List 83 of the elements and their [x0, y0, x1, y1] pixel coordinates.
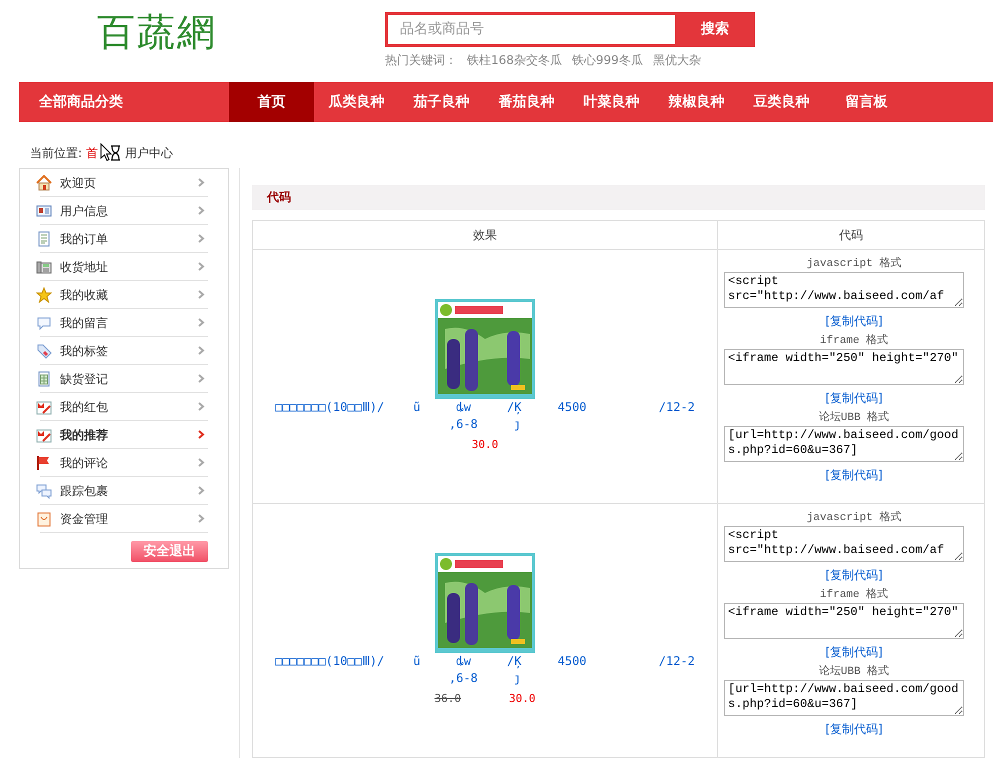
chevron-icon	[198, 318, 206, 327]
sidebar-item[interactable]: 我的评论	[40, 449, 208, 477]
format-label: iframe 格式	[818, 587, 890, 603]
sidebar-item[interactable]: 欢迎页	[40, 169, 208, 197]
breadcrumb-current: 用户中心	[125, 145, 174, 162]
format-label: iframe 格式	[818, 333, 890, 349]
site-logo[interactable]: 百蔬網	[97, 10, 287, 82]
original-price: 36.0	[434, 691, 461, 708]
product-name-link[interactable]: □□□□□□□(10□□Ⅲ)/ ũ ȡw /Ķ 4500 /12-2 ,6-8 ȷ	[275, 653, 695, 687]
sidebar-item[interactable]: 我的红包	[40, 393, 208, 421]
spreadsheet-icon	[36, 370, 52, 386]
copy-code-link[interactable]: [复制代码]	[825, 466, 883, 484]
nav-tab[interactable]: 留言板	[824, 82, 909, 122]
hot-keyword-link[interactable]: 铁心999冬瓜	[572, 51, 643, 69]
cursor-icon	[99, 143, 122, 163]
code-field[interactable]: <script src="http://www.baiseed.com/af	[724, 272, 964, 308]
sidebar-item[interactable]: 我的推荐	[40, 421, 208, 449]
format-label: 论坛UBB 格式	[818, 410, 890, 426]
house-icon	[36, 174, 52, 190]
nav-tab[interactable]: 茄子良种	[399, 82, 484, 122]
nav-tab[interactable]: 首页	[229, 82, 314, 122]
sidebar-item[interactable]: 用户信息	[40, 197, 208, 225]
chevron-icon	[198, 374, 206, 383]
copy-code-link[interactable]: [复制代码]	[825, 389, 883, 407]
breadcrumb-link[interactable]: 首	[86, 144, 98, 162]
tag-icon	[36, 342, 52, 358]
sidebar-item[interactable]: 跟踪包裹	[40, 477, 208, 505]
search-field[interactable]: 品名或商品号	[385, 12, 675, 47]
column-header: 代码	[718, 220, 984, 250]
sidebar-item[interactable]: 我的留言	[40, 309, 208, 337]
chevron-icon	[198, 262, 206, 271]
price: 30.0	[509, 691, 536, 708]
format-label: javascript 格式	[806, 510, 902, 526]
hot-keywords-label: 热门关键词：	[385, 52, 457, 69]
code-field[interactable]: <iframe width="250" height="270"	[724, 603, 964, 639]
document-icon	[36, 230, 52, 246]
price: 30.0	[472, 437, 498, 454]
chevron-icon	[198, 346, 206, 355]
sidebar-item[interactable]: 缺货登记	[40, 365, 208, 393]
sidebar-item[interactable]: 收货地址	[40, 253, 208, 281]
speech-bubble-icon	[36, 314, 52, 330]
nav-tab[interactable]: 辣椒良种	[654, 82, 739, 122]
nav-tab[interactable]: 番茄良种	[484, 82, 569, 122]
sidebar-item[interactable]: 我的收藏	[40, 281, 208, 309]
chevron-icon	[198, 206, 206, 215]
search-button[interactable]: 搜索	[675, 12, 755, 47]
nav-tab[interactable]: 瓜类良种	[314, 82, 399, 122]
copy-code-link[interactable]: [复制代码]	[825, 566, 883, 584]
column-header: 效果	[252, 220, 718, 250]
chevron-icon	[198, 458, 206, 467]
chevron-icon	[198, 430, 206, 439]
copy-code-link[interactable]: [复制代码]	[825, 312, 883, 330]
bag-icon	[36, 510, 52, 526]
nav-tab[interactable]: 叶菜良种	[569, 82, 654, 122]
format-label: 论坛UBB 格式	[818, 664, 890, 680]
chat-bubbles-icon	[36, 482, 52, 498]
product-name-link[interactable]: □□□□□□□(10□□Ⅲ)/ ũ ȡw /Ķ 4500 /12-2 ,6-8 ȷ	[275, 399, 695, 433]
code-field[interactable]: [url=http://www.baiseed.com/goods.php?id=60&u=367]	[724, 680, 964, 716]
copy-code-link[interactable]: [复制代码]	[825, 643, 883, 661]
chevron-icon	[198, 486, 206, 495]
breadcrumb-label: 当前位置:	[30, 145, 82, 162]
chevron-icon	[198, 290, 206, 299]
sidebar-item[interactable]: 我的标签	[40, 337, 208, 365]
category-menu[interactable]: 全部商品分类	[19, 82, 229, 122]
code-field[interactable]: <iframe width="250" height="270"	[724, 349, 964, 385]
code-field[interactable]: <script src="http://www.baiseed.com/af	[724, 526, 964, 562]
section-title: 代码	[252, 185, 985, 210]
hot-keyword-link[interactable]: 黑优大杂	[652, 51, 701, 69]
sidebar-item[interactable]: 资金管理	[40, 505, 208, 533]
chevron-icon	[198, 178, 206, 187]
nav-tab[interactable]: 豆类良种	[739, 82, 824, 122]
telephone-icon	[36, 258, 52, 274]
chevron-icon	[198, 514, 206, 523]
id-card-icon	[36, 202, 52, 218]
format-label: javascript 格式	[806, 256, 902, 272]
flag-icon	[36, 454, 52, 470]
copy-code-link[interactable]: [复制代码]	[825, 720, 883, 738]
chevron-icon	[198, 402, 206, 411]
sidebar-item[interactable]: 我的订单	[40, 225, 208, 253]
code-field[interactable]: [url=http://www.baiseed.com/goods.php?id=60&u=367]	[724, 426, 964, 462]
star-icon	[36, 286, 52, 302]
hot-keyword-link[interactable]: 铁柱168杂交冬瓜	[467, 51, 562, 69]
chevron-icon	[198, 234, 206, 243]
